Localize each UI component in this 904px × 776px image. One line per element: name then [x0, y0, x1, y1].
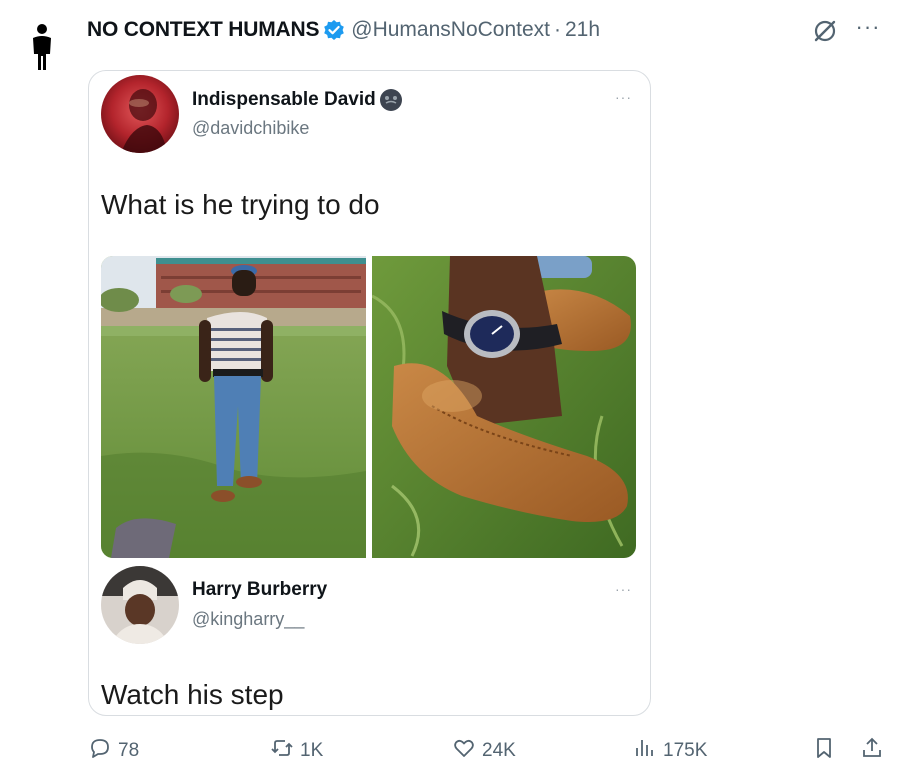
- tweet-timestamp[interactable]: 21h: [565, 18, 600, 42]
- views-count: 175K: [663, 740, 708, 761]
- bookmark-button[interactable]: [812, 736, 836, 766]
- more-icon: ···: [615, 581, 632, 597]
- author-handle[interactable]: @HumansNoContext: [351, 18, 550, 42]
- share-button[interactable]: [860, 736, 884, 766]
- quoted-author-name-text: Indispensable David: [192, 89, 376, 110]
- repost-count: 1K: [300, 740, 324, 761]
- like-count: 24K: [482, 740, 516, 761]
- quoted-tweet-text: What is he trying to do: [101, 189, 380, 220]
- views-icon: [633, 736, 657, 766]
- reply-button[interactable]: 78: [88, 736, 139, 766]
- views-button[interactable]: 175K: [633, 736, 707, 766]
- reply-icon: [88, 736, 112, 766]
- share-icon: [860, 736, 884, 766]
- grok-icon[interactable]: [812, 18, 838, 44]
- tweet-actions: 78 1K 24K 175K: [0, 732, 904, 772]
- bookmark-icon: [812, 736, 836, 766]
- reply-count: 78: [118, 740, 140, 761]
- verified-badge-icon: [323, 19, 345, 41]
- quoted-image-card[interactable]: Indispensable David @davidchibike ··· Wh…: [88, 70, 651, 716]
- avatar: [101, 566, 179, 644]
- author-display-name[interactable]: NO CONTEXT HUMANS: [87, 18, 319, 42]
- tweet-header: NO CONTEXT HUMANS @HumansNoContext · 21h: [87, 16, 600, 44]
- repost-icon: [270, 736, 294, 766]
- person-icon[interactable]: [22, 20, 62, 74]
- quoted-author-name: Indispensable David: [192, 88, 403, 112]
- quoted-author-handle: @davidchibike: [192, 118, 310, 138]
- repost-button[interactable]: 1K: [270, 736, 323, 766]
- badge-icon: [379, 88, 403, 112]
- like-icon: [452, 736, 476, 766]
- like-button[interactable]: 24K: [452, 736, 516, 766]
- separator-dot: ·: [554, 18, 561, 41]
- more-icon[interactable]: ···: [852, 16, 884, 44]
- quoted-author-handle: @kingharry__: [192, 609, 305, 629]
- quoted-author-name: Harry Burberry: [192, 579, 328, 600]
- photo-man-standing: [101, 256, 366, 558]
- photo-ankle-watch: [372, 256, 636, 558]
- quoted-tweet-text: Watch his step: [101, 679, 284, 710]
- more-icon: ···: [615, 89, 632, 105]
- avatar: [101, 75, 179, 153]
